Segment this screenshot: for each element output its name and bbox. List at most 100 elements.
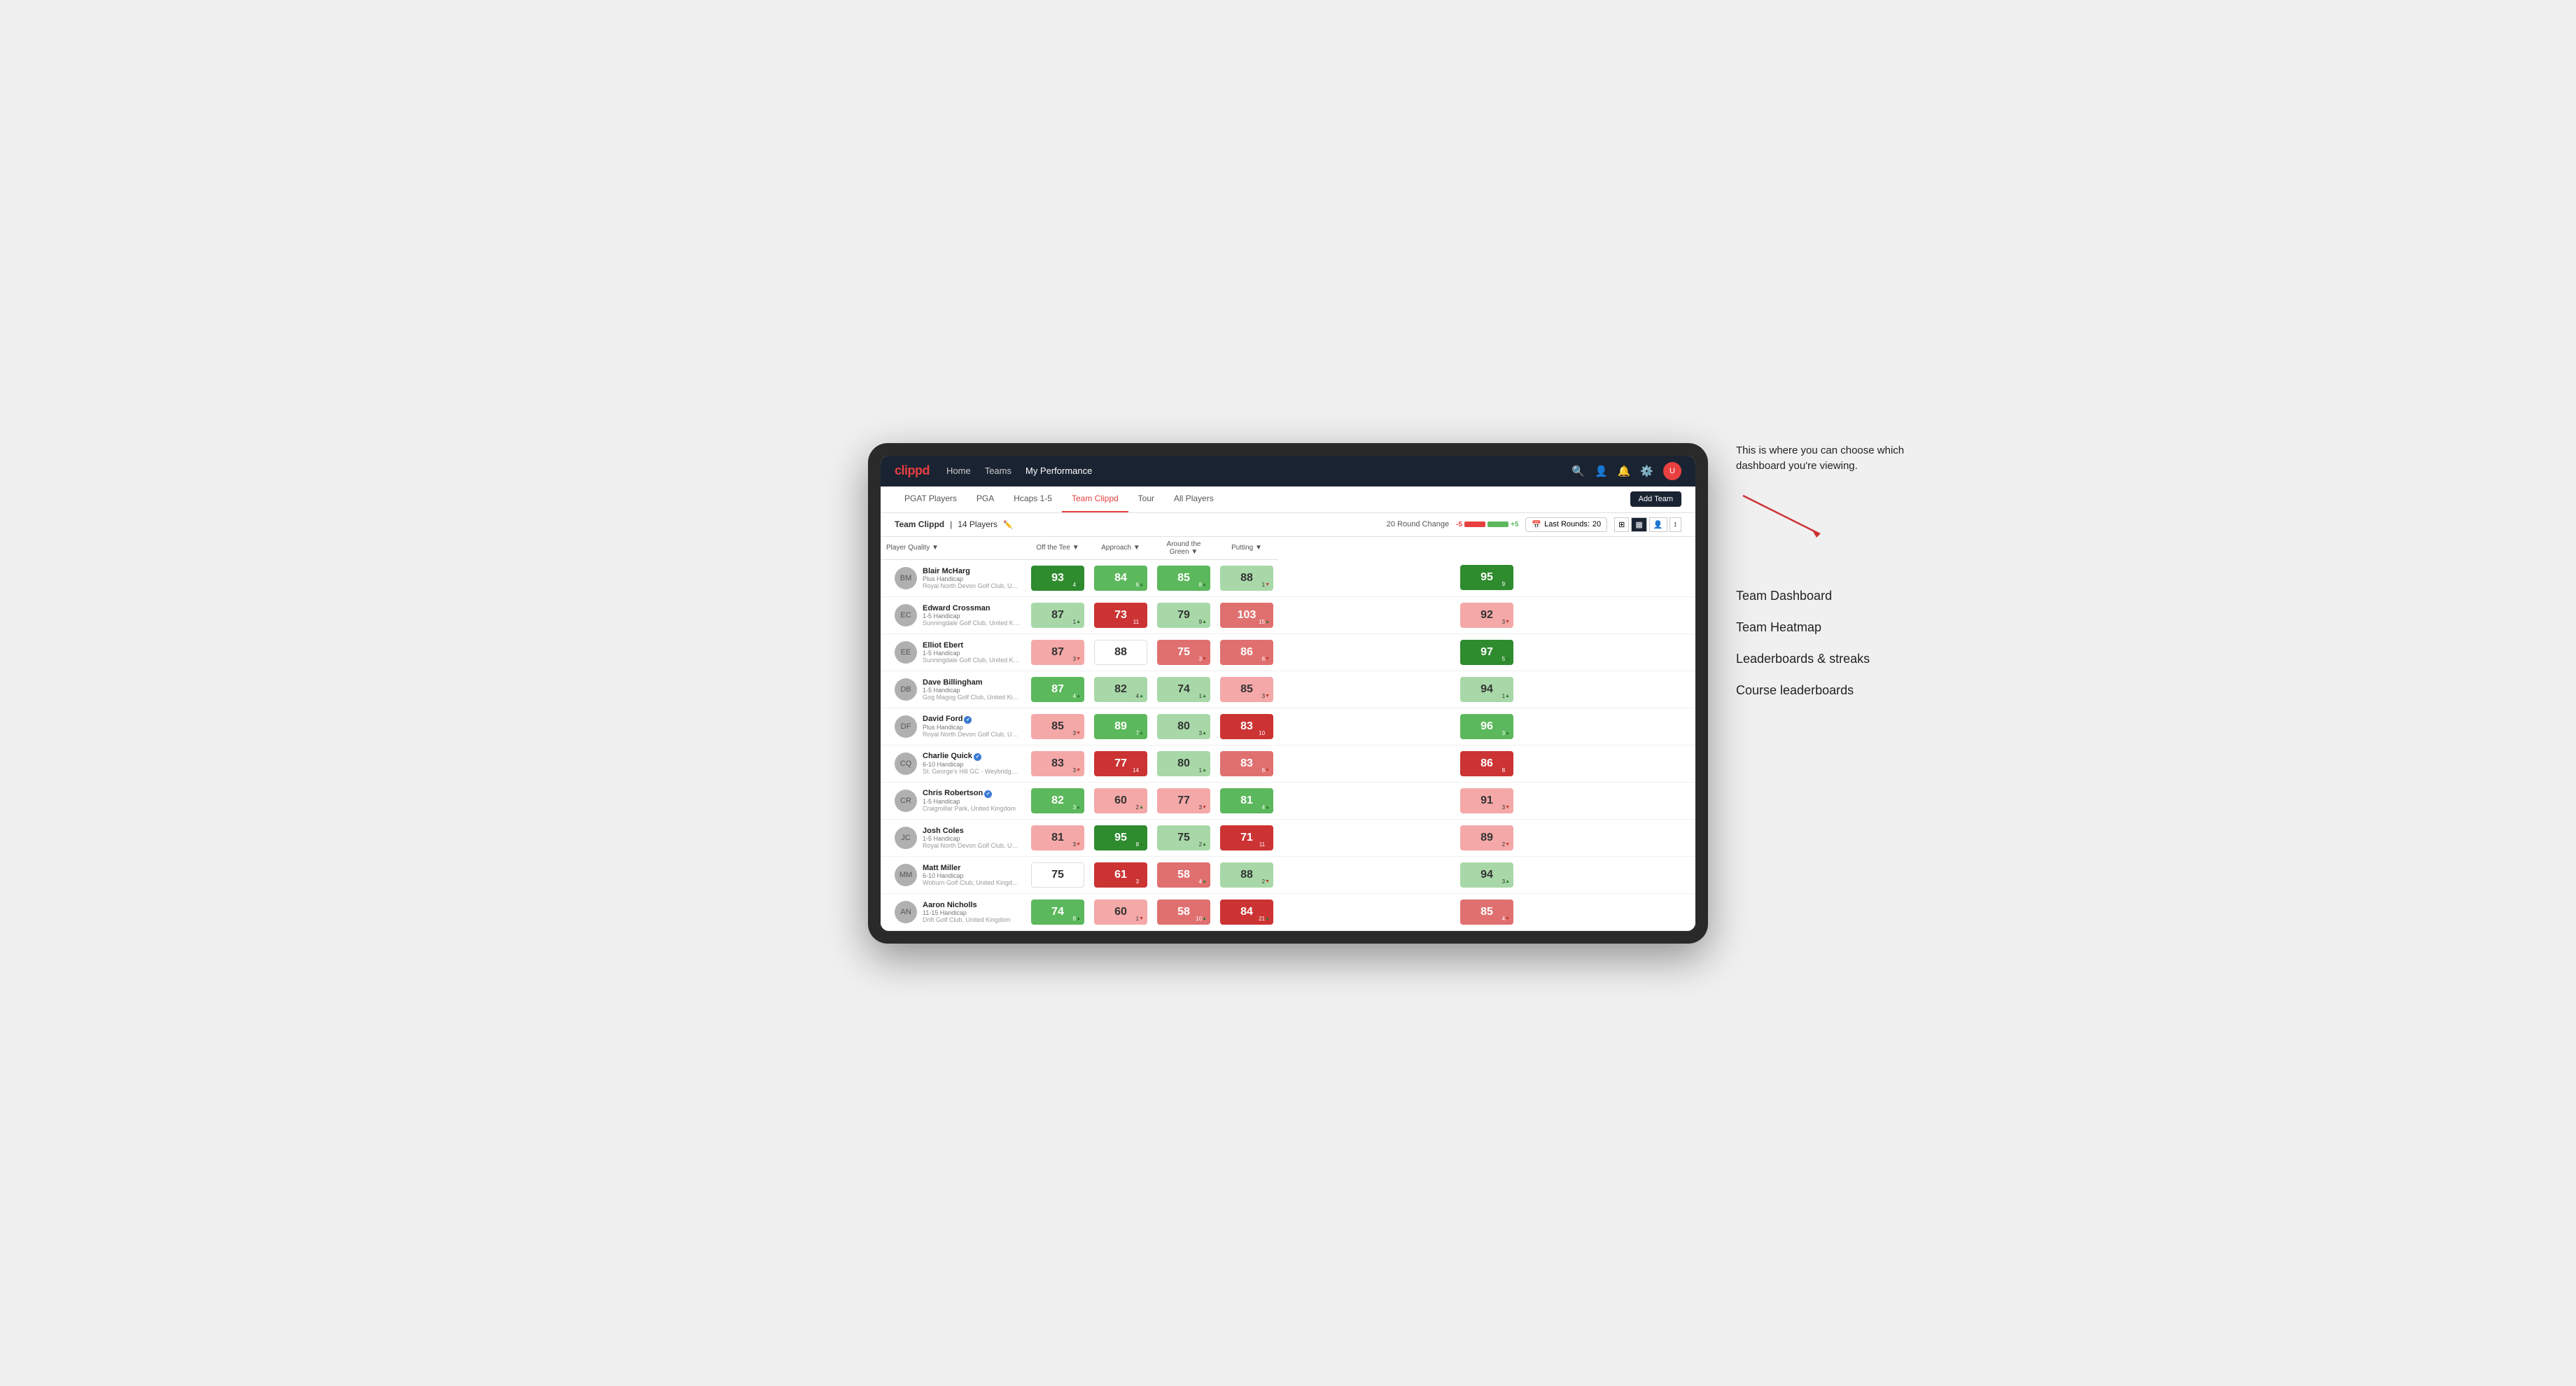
sub-nav-pga[interactable]: PGA <box>967 486 1004 512</box>
view-toggle-grid[interactable]: ⊞ <box>1614 517 1629 532</box>
player-info-5[interactable]: CQCharlie Quick✓6-10 HandicapSt. George'… <box>881 748 1026 779</box>
score-change-9-player_quality: 8▲ <box>1073 916 1081 922</box>
table-row: JCJosh Coles1-5 HandicapRoyal North Devo… <box>881 819 1695 856</box>
nav-links: Home Teams My Performance <box>946 465 1572 476</box>
metric-cell-7-off_tee: 95 8▲ <box>1089 819 1152 856</box>
sub-nav-pgat[interactable]: PGAT Players <box>895 486 967 512</box>
nav-link-teams[interactable]: Teams <box>985 465 1011 476</box>
player-info-8[interactable]: MMMatt Miller6-10 HandicapWoburn Golf Cl… <box>881 860 1026 890</box>
col-header-offtee[interactable]: Off the Tee ▼ <box>1026 537 1089 560</box>
player-cell-2: EEElliot Ebert1-5 HandicapSunningdale Go… <box>881 634 1026 671</box>
player-club-3: Gog Magog Golf Club, United Kingdom <box>923 694 1021 701</box>
player-details-0: Blair McHargPlus HandicapRoyal North Dev… <box>923 567 1021 589</box>
player-info-1[interactable]: ECEdward Crossman1-5 HandicapSunningdale… <box>881 600 1026 631</box>
score-change-1-off_tee: 11▼ <box>1133 619 1144 625</box>
sub-nav-links: PGAT Players PGA Hcaps 1-5 Team Clippd T… <box>895 486 1224 512</box>
view-toggle-sort[interactable]: ↕ <box>1670 517 1682 532</box>
score-change-6-approach: 3▼ <box>1199 804 1207 811</box>
sub-nav-hcaps[interactable]: Hcaps 1-5 <box>1004 486 1062 512</box>
user-icon[interactable]: 👤 <box>1595 465 1608 477</box>
score-change-9-around_green: 21▲ <box>1259 916 1270 922</box>
player-club-6: Craigmillar Park, United Kingdom <box>923 805 1021 812</box>
metric-cell-9-player_quality: 74 8▲ <box>1026 893 1089 930</box>
table-row: MMMatt Miller6-10 HandicapWoburn Golf Cl… <box>881 856 1695 893</box>
score-change-7-off_tee: 8▲ <box>1136 841 1144 848</box>
metric-cell-3-putting: 941▲ <box>1278 671 1695 708</box>
score-change-1-putting: 3▼ <box>1502 619 1510 625</box>
score-value-9-putting: 85 <box>1480 906 1493 918</box>
edit-icon[interactable]: ✏️ <box>1003 520 1013 529</box>
nav-link-myperformance[interactable]: My Performance <box>1026 465 1092 476</box>
metric-cell-3-player_quality: 874▲ <box>1026 671 1089 708</box>
add-team-button[interactable]: Add Team <box>1630 491 1681 507</box>
sub-nav-tour[interactable]: Tour <box>1128 486 1164 512</box>
last-rounds-button[interactable]: 📅 Last Rounds: 20 <box>1525 517 1607 532</box>
annotation-arrow-svg <box>1736 489 1848 545</box>
main-content: Player Quality ▼ Off the Tee ▼ Approach … <box>881 537 1695 931</box>
view-toggle-player[interactable]: 👤 <box>1649 517 1667 532</box>
col-header-around[interactable]: Around the Green ▼ <box>1152 537 1215 560</box>
score-box-0-around_green: 881▼ <box>1220 566 1273 591</box>
score-box-5-off_tee: 7714▼ <box>1094 751 1147 776</box>
score-box-3-off_tee: 824▲ <box>1094 677 1147 702</box>
player-info-0[interactable]: BMBlair McHargPlus HandicapRoyal North D… <box>881 563 1026 594</box>
metric-cell-7-player_quality: 813▼ <box>1026 819 1089 856</box>
sub-nav: PGAT Players PGA Hcaps 1-5 Team Clippd T… <box>881 486 1695 513</box>
metric-cell-9-approach: 5810▲ <box>1152 893 1215 930</box>
score-change-8-approach: 4▲ <box>1199 878 1207 885</box>
calendar-icon: 📅 <box>1532 520 1541 529</box>
player-info-6[interactable]: CRChris Robertson✓1-5 HandicapCraigmilla… <box>881 785 1026 816</box>
player-info-3[interactable]: DBDave Billingham1-5 HandicapGog Magog G… <box>881 674 1026 705</box>
player-info-7[interactable]: JCJosh Coles1-5 HandicapRoyal North Devo… <box>881 822 1026 853</box>
player-club-1: Sunningdale Golf Club, United Kingdom <box>923 620 1021 626</box>
player-cell-8: MMMatt Miller6-10 HandicapWoburn Golf Cl… <box>881 856 1026 893</box>
view-toggle-heatmap[interactable]: ▦ <box>1631 517 1646 532</box>
nav-link-home[interactable]: Home <box>946 465 971 476</box>
score-value-7-off_tee: 95 <box>1114 832 1127 844</box>
score-box-1-putting: 92 3▼ <box>1460 603 1513 628</box>
scale-min: -5 <box>1456 521 1462 528</box>
round-change-label: 20 Round Change <box>1387 520 1449 528</box>
score-value-1-putting: 92 <box>1480 609 1493 622</box>
sub-nav-teamclippd[interactable]: Team Clippd <box>1062 486 1128 512</box>
score-box-7-around_green: 7111▼ <box>1220 825 1273 850</box>
search-icon[interactable]: 🔍 <box>1572 465 1585 477</box>
score-value-9-player_quality: 74 <box>1051 906 1064 918</box>
sub-nav-allplayers[interactable]: All Players <box>1164 486 1224 512</box>
player-info-9[interactable]: ANAaron Nicholls11-15 HandicapDrift Golf… <box>881 897 1026 927</box>
score-value-1-off_tee: 73 <box>1114 609 1127 622</box>
col-header-putting[interactable]: Putting ▼ <box>1215 537 1278 560</box>
bell-icon[interactable]: 🔔 <box>1618 465 1631 477</box>
player-name-2: Elliot Ebert <box>923 641 1021 650</box>
metric-cell-6-off_tee: 602▲ <box>1089 782 1152 819</box>
player-name-3: Dave Billingham <box>923 678 1021 687</box>
metric-cell-8-off_tee: 613▼ <box>1089 856 1152 893</box>
score-box-6-off_tee: 602▲ <box>1094 788 1147 813</box>
avatar[interactable]: U <box>1663 462 1681 480</box>
player-cell-4: DFDavid Ford✓Plus HandicapRoyal North De… <box>881 708 1026 745</box>
player-name-0: Blair McHarg <box>923 567 1021 575</box>
player-cell-9: ANAaron Nicholls11-15 HandicapDrift Golf… <box>881 893 1026 930</box>
player-avatar-7: JC <box>895 827 917 849</box>
score-box-4-putting: 963▲ <box>1460 714 1513 739</box>
score-value-1-around_green: 103 <box>1238 609 1256 622</box>
score-box-1-off_tee: 73 11▼ <box>1094 603 1147 628</box>
player-info-2[interactable]: EEElliot Ebert1-5 HandicapSunningdale Go… <box>881 637 1026 668</box>
col-header-approach[interactable]: Approach ▼ <box>1089 537 1152 560</box>
top-nav: clippd Home Teams My Performance 🔍 👤 🔔 ⚙… <box>881 456 1695 486</box>
score-change-3-putting: 1▲ <box>1502 693 1510 699</box>
metric-cell-7-putting: 892▼ <box>1278 819 1695 856</box>
metric-cell-6-approach: 773▼ <box>1152 782 1215 819</box>
score-change-7-around_green: 11▼ <box>1259 841 1270 848</box>
score-change-3-off_tee: 4▲ <box>1136 693 1144 699</box>
player-details-1: Edward Crossman1-5 HandicapSunningdale G… <box>923 604 1021 626</box>
col-header-player[interactable]: Player Quality ▼ <box>881 537 1026 560</box>
score-value-5-off_tee: 77 <box>1114 757 1127 770</box>
team-name: Team Clippd <box>895 519 944 529</box>
score-change-5-approach: 1▲ <box>1199 767 1207 774</box>
score-change-5-around_green: 6▼ <box>1262 767 1270 774</box>
player-info-4[interactable]: DFDavid Ford✓Plus HandicapRoyal North De… <box>881 710 1026 742</box>
player-handicap-7: 1-5 Handicap <box>923 835 1021 842</box>
settings-icon[interactable]: ⚙️ <box>1640 465 1653 477</box>
metric-cell-6-putting: 913▼ <box>1278 782 1695 819</box>
